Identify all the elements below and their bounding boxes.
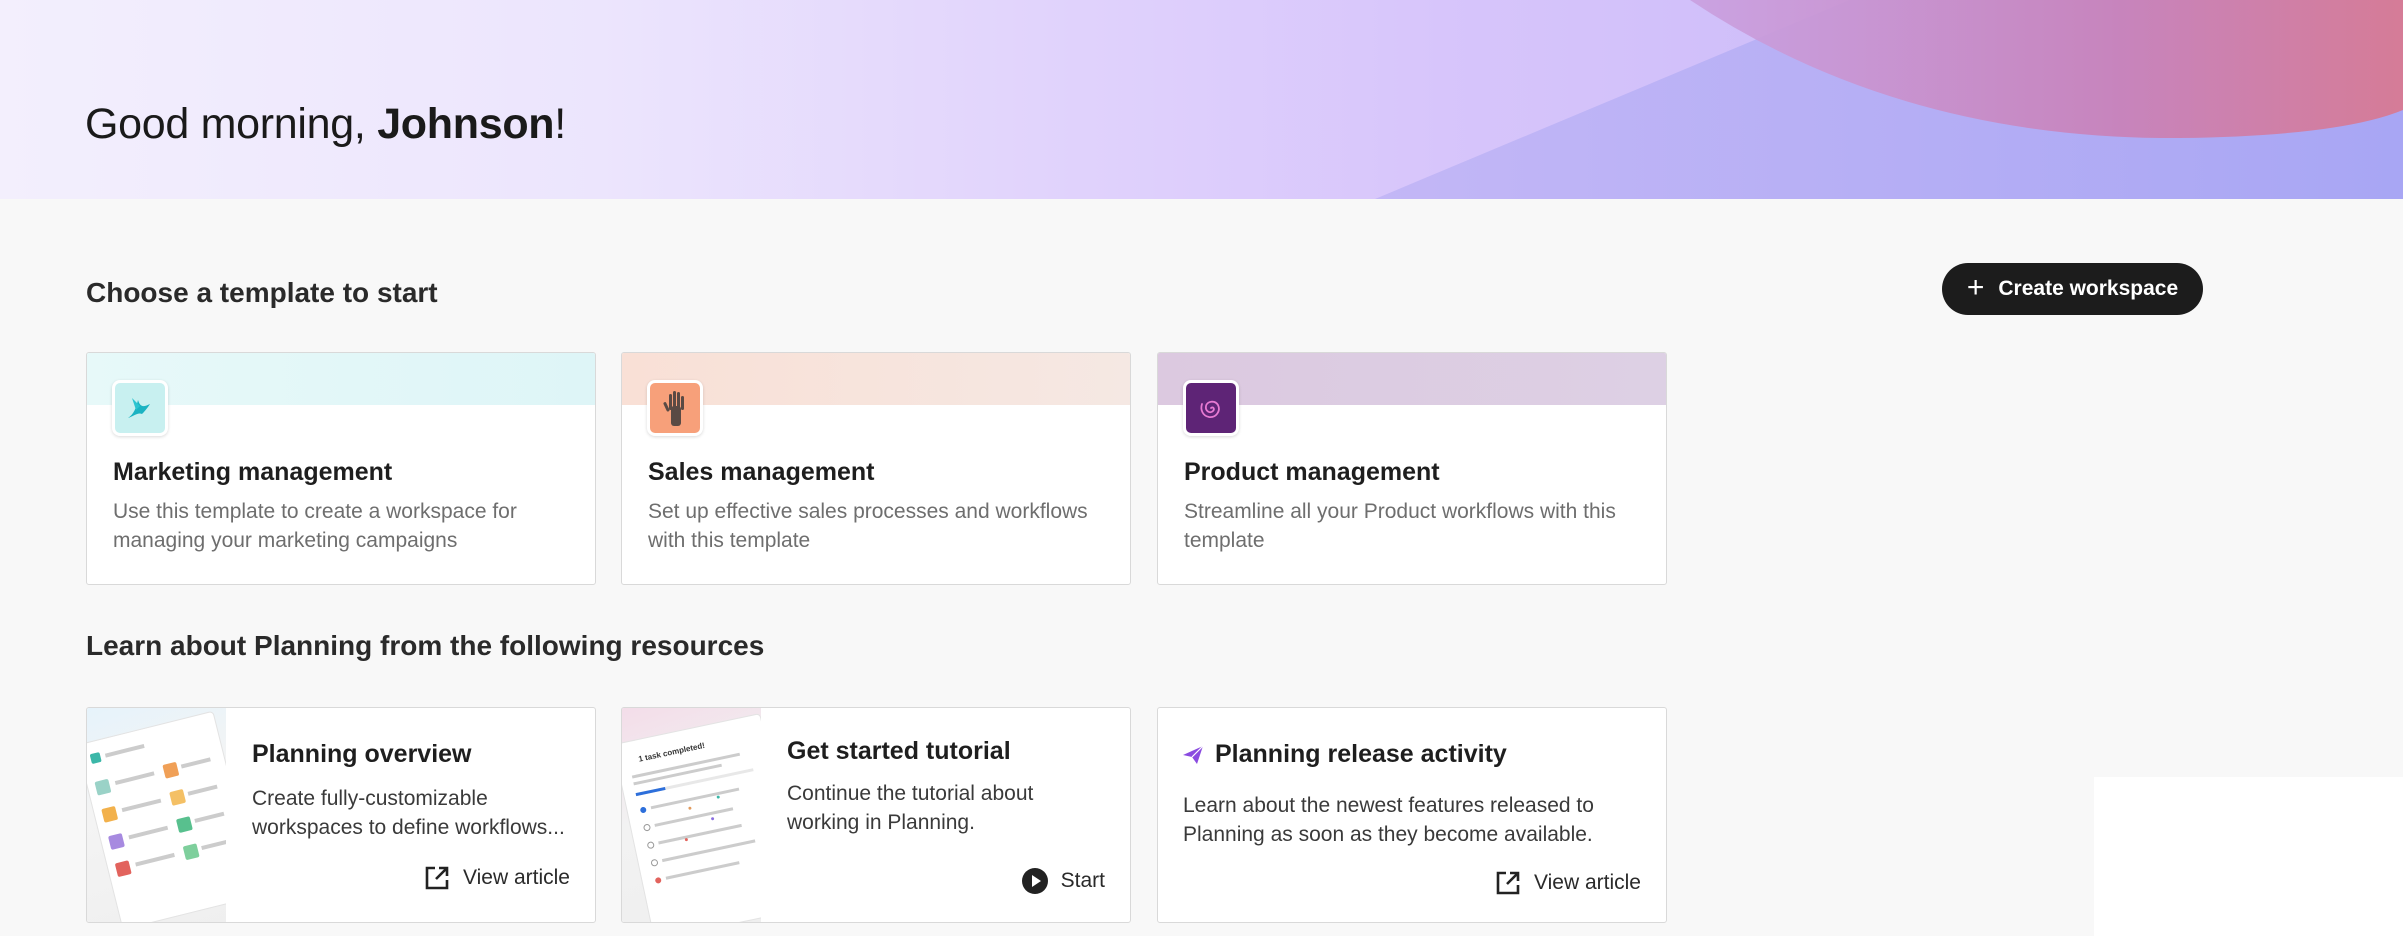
template-card-product[interactable]: Product management Streamline all your P… <box>1157 352 1667 585</box>
resource-description: Continue the tutorial about working in P… <box>787 782 1034 834</box>
external-link-icon <box>1496 871 1520 895</box>
resources-section-title: Learn about Planning from the following … <box>86 630 765 661</box>
external-link-icon <box>425 866 449 890</box>
template-description: Streamline all your Product workflows wi… <box>1184 500 1616 552</box>
play-icon <box>1021 868 1048 894</box>
tutorial-thumbnail: 1 task completed! <box>622 708 761 922</box>
template-card-sales[interactable]: Sales management Set up effective sales … <box>621 352 1131 585</box>
template-title: Sales management <box>648 458 875 486</box>
template-title: Product management <box>1184 458 1440 486</box>
resource-title: Planning release activity <box>1215 740 1507 768</box>
raised-hand-icon <box>647 380 703 436</box>
bird-icon <box>112 380 168 436</box>
greeting-heading: Good morning, Johnson! <box>85 100 566 148</box>
view-article-link[interactable]: View article <box>1494 869 1641 897</box>
resource-card-get-started[interactable]: 1 task completed! Get started tutorial C… <box>621 707 1131 923</box>
paper-plane-icon <box>1183 745 1204 764</box>
resource-card-planning-overview[interactable]: Planning overview Create fully-customiza… <box>86 707 596 923</box>
blank-panel <box>2094 777 2403 936</box>
resource-title: Planning overview <box>252 740 472 768</box>
resource-description: Learn about the newest features released… <box>1183 794 1594 846</box>
view-article-link[interactable]: View article <box>423 864 570 892</box>
create-workspace-button[interactable]: + Create workspace <box>1942 263 2203 315</box>
spiral-icon <box>1183 380 1239 436</box>
template-title: Marketing management <box>113 458 393 486</box>
templates-section-title: Choose a template to start <box>86 277 438 308</box>
planning-overview-thumbnail <box>87 708 226 922</box>
resource-card-release-activity[interactable]: Planning release activity Learn about th… <box>1157 707 1667 923</box>
hero-banner: Good morning, Johnson! <box>0 0 2403 199</box>
resource-description: Create fully-customizable workspaces to … <box>252 787 565 839</box>
resource-title: Get started tutorial <box>787 737 1011 765</box>
template-description: Set up effective sales processes and wor… <box>648 500 1088 552</box>
plus-icon: + <box>1966 270 1985 304</box>
user-name: Johnson <box>377 100 555 148</box>
template-description: Use this template to create a workspace … <box>113 500 517 552</box>
template-card-marketing[interactable]: Marketing management Use this template t… <box>86 352 596 585</box>
start-tutorial-link[interactable]: Start <box>1021 867 1105 895</box>
